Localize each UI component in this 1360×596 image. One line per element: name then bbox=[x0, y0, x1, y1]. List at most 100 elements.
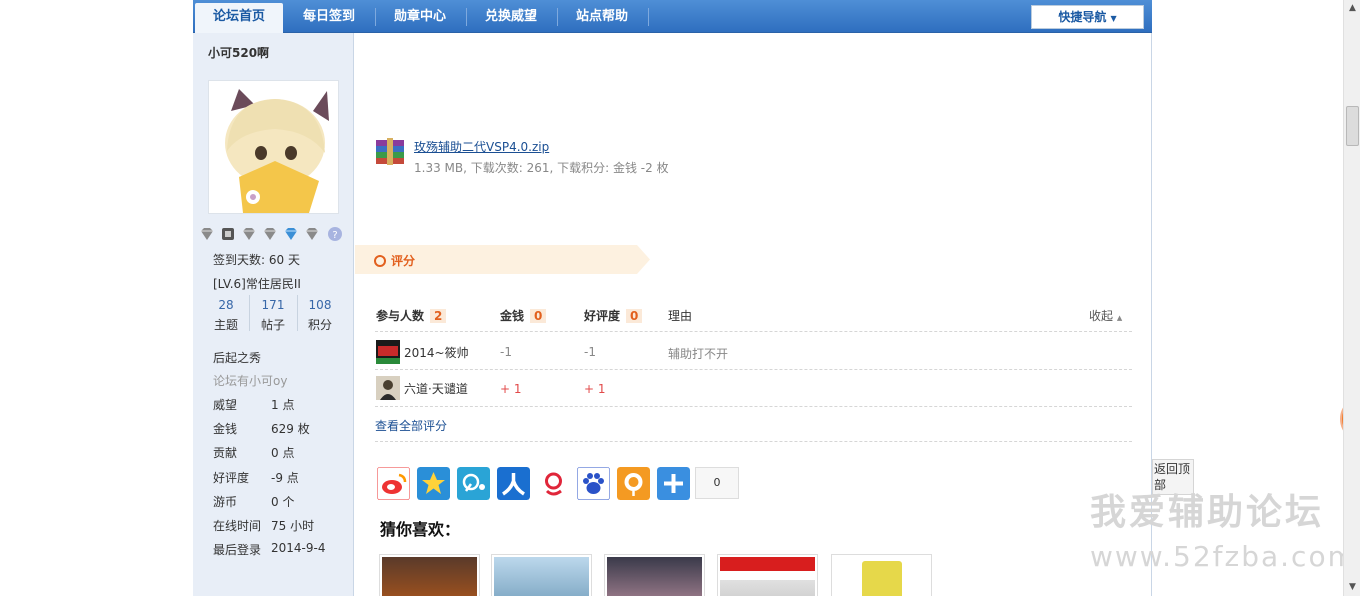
detail-value: -9 点 bbox=[271, 471, 299, 485]
blue-diamond-medal-icon[interactable] bbox=[283, 226, 299, 242]
tencent-weibo-icon[interactable] bbox=[457, 467, 490, 500]
scroll-down-arrow-icon[interactable]: ▼ bbox=[1344, 579, 1360, 596]
diamond-medal-icon[interactable] bbox=[199, 226, 215, 242]
detail-key: 好评度 bbox=[213, 471, 250, 485]
detail-key: 游币 bbox=[213, 495, 238, 509]
page: 论坛首页 每日签到 勋章中心 兑换威望 站点帮助 快捷导航 ▼ 小可520啊 ?… bbox=[0, 0, 1360, 596]
user-signature: 论坛有小可oy bbox=[213, 374, 288, 388]
weibo-icon[interactable] bbox=[377, 467, 410, 500]
rater-reputation: -1 bbox=[584, 345, 596, 359]
stat-divider bbox=[297, 295, 298, 331]
points-label: 积分 bbox=[307, 318, 332, 332]
participants-header: 参与人数 2 bbox=[376, 307, 447, 324]
collapse-button[interactable]: 收起 ▲ bbox=[1089, 307, 1122, 324]
diamond-medal-icon[interactable] bbox=[262, 226, 278, 242]
rating-title: 评分 bbox=[391, 254, 416, 268]
collapse-label: 收起 bbox=[1089, 309, 1114, 323]
money-header: 金钱 0 bbox=[500, 307, 547, 324]
recommend-thumb[interactable] bbox=[379, 554, 480, 596]
rater-reputation: + 1 bbox=[584, 382, 606, 396]
threads-count[interactable]: 28 bbox=[206, 298, 246, 312]
share-count: 0 bbox=[695, 467, 739, 499]
post-content: 玫殇辅助二代VSP4.0.zip 1.33 MB, 下载次数: 261, 下载积… bbox=[355, 33, 1152, 596]
reason-header: 理由 bbox=[668, 309, 693, 323]
points-count[interactable]: 108 bbox=[300, 298, 340, 312]
rating-circle-icon bbox=[374, 255, 386, 267]
quick-nav-label: 快捷导航 bbox=[1058, 10, 1107, 24]
qzone-icon[interactable] bbox=[417, 467, 450, 500]
svg-text:?: ? bbox=[332, 230, 337, 241]
recommend-thumb[interactable] bbox=[717, 554, 818, 596]
detail-value: 1 点 bbox=[271, 398, 295, 412]
baidu-icon[interactable] bbox=[577, 467, 610, 500]
quick-nav-button[interactable]: 快捷导航 ▼ bbox=[1031, 5, 1144, 29]
row-divider bbox=[375, 331, 1132, 332]
scrollbar-thumb[interactable] bbox=[1346, 106, 1359, 146]
detail-value: 0 点 bbox=[271, 446, 295, 460]
watermark-text: 我爱辅助论坛 bbox=[1090, 492, 1325, 533]
detail-key: 威望 bbox=[213, 398, 238, 412]
nav-divider bbox=[648, 8, 649, 26]
detail-value: 75 小时 bbox=[271, 519, 315, 533]
rater-avatar[interactable] bbox=[376, 376, 400, 400]
money-label: 金钱 bbox=[500, 309, 525, 323]
money-count: 0 bbox=[530, 309, 547, 323]
checkin-days: 签到天数: 60 天 bbox=[213, 253, 300, 267]
recommend-title: 猜你喜欢： bbox=[380, 520, 461, 539]
tab-exchange-reputation[interactable]: 兑换威望 bbox=[467, 3, 555, 33]
rater-name[interactable]: 2014~筱帅 bbox=[404, 344, 469, 361]
row-divider bbox=[375, 369, 1132, 370]
avatar[interactable] bbox=[208, 80, 339, 214]
tab-site-help[interactable]: 站点帮助 bbox=[558, 3, 646, 33]
badge-medal-icon[interactable] bbox=[220, 226, 236, 242]
watermark-url: www.52fzba.com bbox=[1090, 540, 1357, 573]
participants-label: 参与人数 bbox=[376, 309, 425, 323]
attachment-link[interactable]: 玫殇辅助二代VSP4.0.zip bbox=[414, 138, 549, 155]
tab-daily-checkin[interactable]: 每日签到 bbox=[285, 3, 373, 33]
renren-icon[interactable] bbox=[497, 467, 530, 500]
rater-money: + 1 bbox=[500, 382, 522, 396]
user-level[interactable]: [LV.6]常住居民II bbox=[213, 275, 301, 292]
detail-value: 0 个 bbox=[271, 495, 295, 509]
row-divider bbox=[375, 406, 1132, 407]
diamond-medal-icon[interactable] bbox=[304, 226, 320, 242]
detail-key: 金钱 bbox=[213, 422, 238, 436]
row-divider bbox=[375, 441, 1132, 442]
caret-up-icon: ▲ bbox=[1116, 314, 1123, 322]
attachment-meta: 1.33 MB, 下载次数: 261, 下载积分: 金钱 -2 枚 bbox=[414, 161, 669, 175]
scroll-up-arrow-icon[interactable]: ▲ bbox=[1344, 0, 1360, 17]
tab-medal-center[interactable]: 勋章中心 bbox=[376, 3, 464, 33]
user-title: 后起之秀 bbox=[213, 351, 262, 365]
diamond-medal-icon[interactable] bbox=[241, 226, 257, 242]
reputation-label: 好评度 bbox=[584, 309, 621, 323]
more-share-icon[interactable] bbox=[657, 467, 690, 500]
reputation-header: 好评度 0 bbox=[584, 307, 643, 324]
recommend-thumb[interactable] bbox=[604, 554, 705, 596]
rater-avatar[interactable] bbox=[376, 340, 400, 364]
top-nav-bar: 论坛首页 每日签到 勋章中心 兑换威望 站点帮助 快捷导航 ▼ bbox=[193, 0, 1152, 33]
stat-divider bbox=[249, 295, 250, 331]
help-icon[interactable]: ? bbox=[327, 226, 343, 242]
rater-reason: 辅助打不开 bbox=[668, 347, 729, 361]
vertical-scrollbar[interactable]: ▲ ▼ bbox=[1343, 0, 1360, 596]
participants-count: 2 bbox=[430, 309, 447, 323]
posts-count[interactable]: 171 bbox=[253, 298, 293, 312]
detail-value: 629 枚 bbox=[271, 422, 310, 436]
recommend-thumb[interactable] bbox=[491, 554, 592, 596]
author-username[interactable]: 小可520啊 bbox=[208, 44, 269, 61]
rater-name[interactable]: 六道·天谴道 bbox=[404, 380, 468, 397]
netease-icon[interactable] bbox=[537, 467, 570, 500]
avatar-image bbox=[209, 81, 338, 213]
threads-label: 主题 bbox=[213, 318, 238, 332]
detail-key: 在线时间 bbox=[213, 519, 262, 533]
recommend-thumb[interactable] bbox=[831, 554, 932, 596]
winrar-archive-icon bbox=[376, 138, 404, 165]
tab-forum-home[interactable]: 论坛首页 bbox=[195, 3, 283, 33]
detail-key: 贡献 bbox=[213, 446, 238, 460]
detail-value: 2014-9-4 bbox=[271, 541, 326, 555]
detail-key: 最后登录 bbox=[213, 543, 262, 557]
reputation-count: 0 bbox=[626, 309, 643, 323]
qq-icon[interactable] bbox=[617, 467, 650, 500]
rater-money: -1 bbox=[500, 345, 512, 359]
view-all-ratings-link[interactable]: 查看全部评分 bbox=[375, 417, 447, 434]
